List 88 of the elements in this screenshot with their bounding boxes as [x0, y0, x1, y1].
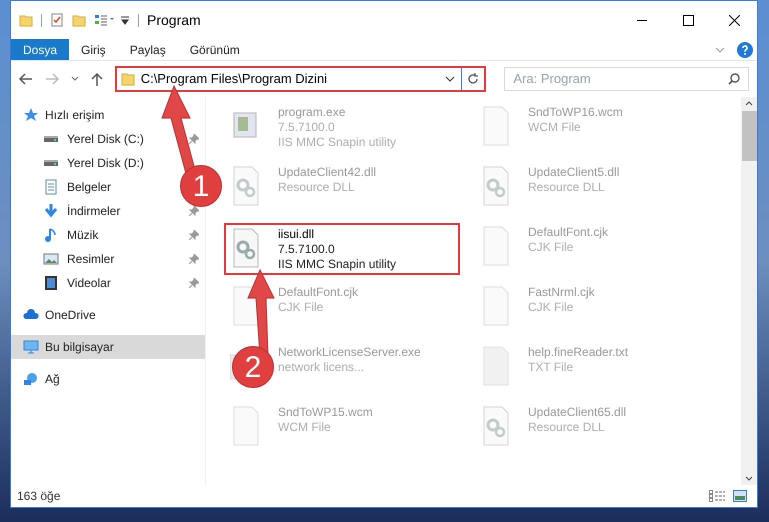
nav-label: Hızlı erişim [45, 107, 104, 124]
nav-label: İndirmeler [67, 203, 120, 220]
nav-label: Yerel Disk (D:) [67, 155, 144, 172]
file-name: NetworkLicenseServer.exe [278, 345, 421, 360]
scroll-up-icon[interactable] [745, 101, 753, 106]
file-detail: CJK File [278, 300, 324, 315]
scrollbar[interactable] [741, 97, 757, 485]
file-name: SndToWP16.wcm [528, 105, 623, 120]
search-placeholder: Ara: Program [513, 70, 591, 88]
file-detail: Resource DLL [528, 420, 606, 435]
file-detail: 7.5.7100.0 [278, 242, 336, 257]
file-name: SndToWP15.wcm [278, 405, 373, 420]
scrollbar-thumb[interactable] [742, 111, 756, 161]
file-detail: WCM File [528, 120, 582, 135]
pin-icon[interactable] [189, 134, 199, 144]
file-name: program.exe [278, 105, 346, 120]
star-icon [23, 107, 39, 123]
file-name: DefaultFont.cjk [528, 225, 608, 240]
maximize-icon [682, 14, 694, 26]
nav-item[interactable]: Yerel Disk (D:) [11, 151, 150, 175]
ribbon-tab[interactable]: Görünüm [178, 39, 252, 60]
pin-icon[interactable] [189, 254, 199, 264]
nav-label: Ağ [45, 371, 60, 388]
details-view-icon[interactable] [709, 490, 725, 502]
refresh-icon[interactable] [467, 73, 480, 85]
ribbon-tab[interactable]: Dosya [11, 39, 70, 60]
pin-icon[interactable] [189, 278, 199, 288]
nav-item[interactable]: Bu bilgisayar [11, 335, 205, 359]
help-icon[interactable] [737, 42, 753, 58]
down-arrow-icon [43, 203, 59, 219]
chevron-down-icon[interactable] [70, 76, 79, 82]
file-detail: WCM File [278, 420, 332, 435]
document-icon [43, 179, 59, 195]
window-title: Program [147, 10, 201, 30]
hard-drive-icon [43, 159, 59, 167]
file-detail: CJK File [528, 240, 574, 255]
nav-label: Bu bilgisayar [45, 339, 114, 356]
nav-label: Yerel Disk (C:) [67, 131, 144, 148]
file-detail: CJK File [528, 300, 574, 315]
file-name: UpdateClient65.dll [528, 405, 626, 420]
nav-item[interactable]: OneDrive [11, 303, 205, 327]
film-icon [43, 275, 59, 291]
file-detail: IIS MMC Snapin utility [278, 135, 396, 150]
file-name: UpdateClient42.dll [278, 165, 376, 180]
back-arrow-icon[interactable] [19, 73, 33, 85]
monitor-icon [23, 339, 39, 355]
file-name: DefaultFont.cjk [278, 285, 358, 300]
file-item[interactable]: iisui.dll 7.5.7100.0 IIS MMC Snapin utility [224, 223, 460, 275]
item-count: 163 öğe [17, 488, 60, 505]
nav-item[interactable]: Hızlı erişim [11, 103, 205, 127]
ribbon-tab[interactable]: Giriş [69, 39, 118, 60]
nav-item[interactable]: Ağ [11, 367, 205, 391]
up-arrow-icon[interactable] [90, 72, 103, 86]
nav-label: Resimler [67, 251, 114, 268]
file-detail: Resource DLL [278, 180, 356, 195]
file-name: iisui.dll [278, 227, 316, 242]
address-field[interactable]: C:\Program Files\Program Dizini [114, 66, 486, 92]
nav-label: Müzik [67, 227, 98, 244]
list-options-icon[interactable] [94, 13, 116, 27]
nav-item[interactable]: Resimler [11, 247, 205, 271]
globe-icon [23, 371, 39, 387]
file-name: FastNrml.cjk [528, 285, 595, 300]
nav-label: Belgeler [67, 179, 112, 196]
file-detail: IIS MMC Snapin utility [278, 257, 396, 272]
address-path: C:\Program Files\Program Dizini [140, 70, 328, 88]
folder-icon [120, 72, 135, 86]
file-name: help.fineReader.txt [528, 345, 628, 360]
file-detail: network licens... [278, 360, 366, 375]
pin-icon[interactable] [189, 230, 199, 240]
ribbon-tab[interactable]: Paylaş [118, 39, 178, 60]
file-detail: TXT File [528, 360, 574, 375]
nav-label: Videolar [67, 275, 111, 292]
properties-icon[interactable] [50, 13, 64, 27]
chevron-down-icon[interactable] [445, 76, 456, 82]
pin-icon[interactable] [189, 206, 199, 216]
nav-item[interactable]: Müzik [11, 223, 205, 247]
close-icon [728, 14, 740, 26]
nav-item[interactable]: Videolar [11, 271, 205, 295]
search-icon [728, 73, 740, 85]
hard-drive-icon [43, 135, 59, 143]
large-icons-view-icon[interactable] [733, 490, 747, 502]
nav-item[interactable]: Belgeler [11, 175, 118, 199]
nav-label: OneDrive [45, 307, 96, 324]
scroll-down-icon[interactable] [745, 476, 753, 481]
picture-icon [43, 251, 59, 267]
file-name: UpdateClient5.dll [528, 165, 620, 180]
file-detail: 7.5.7100.0 [278, 120, 336, 135]
file-detail: Resource DLL [528, 180, 606, 195]
